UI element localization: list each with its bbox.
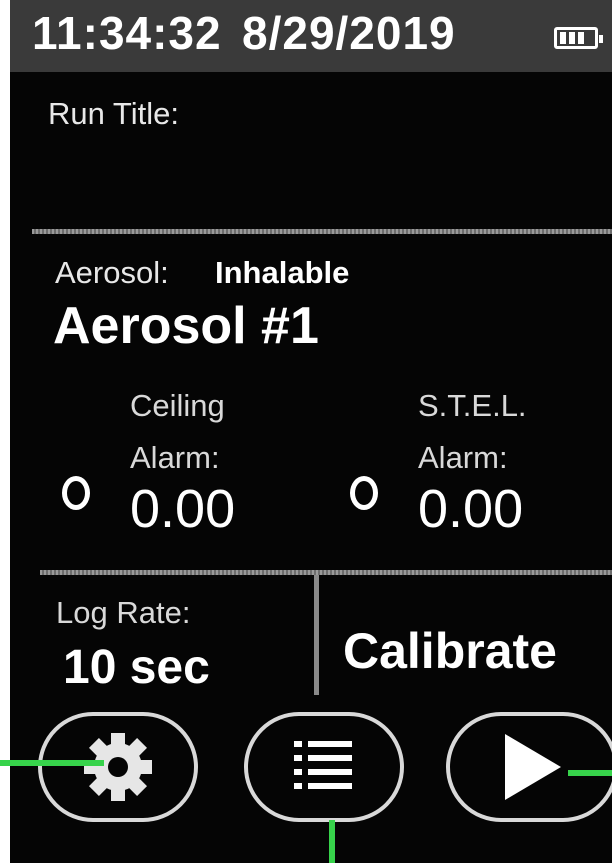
start-button[interactable] bbox=[446, 712, 612, 822]
play-icon bbox=[450, 716, 612, 818]
device-screen: 11:34:32 8/29/2019 Run Title: Aerosol: I… bbox=[10, 0, 612, 863]
gear-icon bbox=[42, 716, 194, 818]
settings-button[interactable] bbox=[38, 712, 198, 822]
run-title-field[interactable] bbox=[48, 140, 588, 220]
stel-alarm-sub: Alarm: bbox=[418, 440, 508, 475]
callout-line-start bbox=[568, 770, 612, 776]
battery-icon bbox=[554, 27, 603, 49]
menu-button[interactable] bbox=[244, 712, 404, 822]
stel-alarm-value: 0.00 bbox=[418, 479, 524, 539]
radio-icon[interactable] bbox=[350, 476, 378, 510]
aerosol-type: Inhalable bbox=[215, 255, 350, 290]
aerosol-label: Aerosol: bbox=[55, 255, 169, 290]
stel-alarm-title: S.T.E.L. bbox=[418, 388, 527, 423]
divider bbox=[40, 570, 612, 575]
run-title-label: Run Title: bbox=[48, 96, 179, 131]
callout-line-menu bbox=[329, 820, 335, 863]
divider bbox=[32, 229, 612, 234]
log-rate-value: 10 sec bbox=[63, 641, 210, 694]
log-rate-label: Log Rate: bbox=[56, 595, 191, 630]
callout-line-settings bbox=[0, 760, 104, 766]
divider-vertical bbox=[314, 575, 319, 695]
aerosol-name: Aerosol #1 bbox=[53, 297, 319, 355]
ceiling-alarm-title: Ceiling bbox=[130, 388, 225, 423]
status-bar: 11:34:32 8/29/2019 bbox=[10, 0, 612, 72]
status-date: 8/29/2019 bbox=[242, 7, 456, 59]
status-time: 11:34:32 bbox=[32, 7, 222, 59]
ceiling-alarm-value: 0.00 bbox=[130, 479, 236, 539]
radio-icon[interactable] bbox=[62, 476, 90, 510]
ceiling-alarm-sub: Alarm: bbox=[130, 440, 220, 475]
list-icon bbox=[248, 716, 400, 818]
calibrate-button[interactable]: Calibrate bbox=[343, 622, 557, 680]
